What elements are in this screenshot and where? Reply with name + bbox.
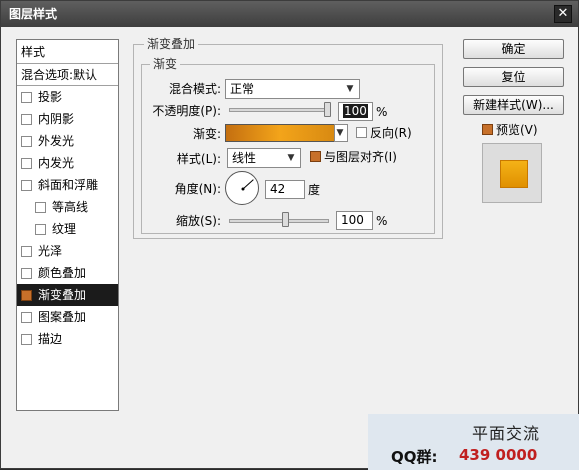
angle-value: 42: [270, 182, 286, 196]
style-item-checkbox[interactable]: [21, 267, 32, 279]
style-list-item[interactable]: 斜面和浮雕: [17, 174, 118, 196]
style-item-checkbox[interactable]: [21, 91, 32, 103]
style-item-checkbox[interactable]: [21, 179, 32, 191]
style-item-checkbox[interactable]: [21, 113, 32, 125]
angle-unit: 度: [308, 183, 321, 197]
style-item-label: 等高线: [52, 200, 89, 214]
style-list-item[interactable]: 光泽: [17, 240, 118, 262]
gradient-swatch[interactable]: [225, 124, 335, 142]
style-item-checkbox[interactable]: [35, 223, 46, 235]
scale-slider-track[interactable]: [229, 219, 329, 223]
style-item-label: 纹理: [52, 222, 77, 236]
style-item-label: 投影: [38, 90, 63, 104]
style-list-item[interactable]: 外发光: [17, 130, 118, 152]
scale-slider-thumb[interactable]: [282, 212, 289, 227]
style-item-label: 图案叠加: [38, 310, 87, 324]
style-item-checkbox[interactable]: [21, 245, 32, 257]
scale-value: 100: [341, 213, 364, 227]
watermark-title: 平面交流: [472, 424, 541, 443]
style-list-item[interactable]: 投影: [17, 86, 118, 108]
style-item-label: 渐变叠加: [38, 288, 87, 302]
chevron-down-icon: ▼: [346, 84, 354, 94]
style-item-checkbox[interactable]: [21, 135, 32, 147]
style-list-item[interactable]: 颜色叠加: [17, 262, 118, 284]
chevron-down-icon: ▼: [287, 153, 295, 163]
blend-mode-value: 正常: [230, 82, 255, 96]
style-list-item[interactable]: 描边: [17, 328, 118, 350]
style-list-item[interactable]: 图案叠加: [17, 306, 118, 328]
style-item-label: 描边: [38, 332, 63, 346]
gradient-subgroup-title: 渐变: [150, 57, 181, 71]
angle-dial-needle: [241, 179, 254, 191]
window-title: 图层样式: [9, 7, 58, 21]
scale-unit: %: [376, 214, 388, 228]
style-preview-thumbnail: [482, 143, 542, 203]
style-item-checkbox[interactable]: [21, 311, 32, 323]
scale-label: 缩放(S):: [175, 214, 221, 228]
blend-mode-select[interactable]: 正常 ▼: [225, 79, 360, 99]
style-item-label: 颜色叠加: [38, 266, 87, 280]
style-list-item[interactable]: 等高线: [17, 196, 118, 218]
angle-input[interactable]: 42: [265, 180, 305, 199]
style-value: 线性: [232, 151, 257, 165]
blend-options-item[interactable]: 混合选项:默认: [17, 64, 118, 86]
style-item-checkbox[interactable]: [21, 157, 32, 169]
style-item-label: 外发光: [38, 134, 75, 148]
opacity-input[interactable]: 100: [338, 102, 373, 121]
preview-label[interactable]: 预览(V): [496, 122, 538, 138]
style-list-item[interactable]: 内发光: [17, 152, 118, 174]
reverse-checkbox[interactable]: [356, 127, 367, 138]
style-item-checkbox[interactable]: [21, 333, 32, 345]
align-with-layer-label[interactable]: 与图层对齐(I): [324, 149, 397, 165]
watermark-qq-label: QQ群:: [391, 448, 438, 466]
watermark-banner: 平面交流 QQ群: 439 0000: [368, 414, 579, 470]
style-list-item[interactable]: 渐变叠加: [17, 284, 118, 306]
style-list-item[interactable]: 纹理: [17, 218, 118, 240]
opacity-label: 不透明度(P):: [152, 104, 221, 118]
opacity-slider-thumb[interactable]: [324, 102, 331, 117]
style-item-label: 内发光: [38, 156, 75, 170]
style-item-checkbox[interactable]: [35, 201, 46, 213]
reset-button[interactable]: 复位: [463, 67, 564, 87]
style-select[interactable]: 线性 ▼: [227, 148, 301, 168]
opacity-unit: %: [376, 105, 388, 119]
style-item-checkbox[interactable]: [21, 289, 32, 301]
close-icon[interactable]: ✕: [554, 5, 572, 23]
blend-mode-label: 混合模式:: [168, 82, 221, 96]
style-item-label: 光泽: [38, 244, 63, 258]
preview-checkbox[interactable]: [482, 124, 493, 135]
new-style-button[interactable]: 新建样式(W)...: [463, 95, 564, 115]
preview-swatch: [500, 160, 528, 188]
watermark-qq-number: 439 0000: [459, 446, 538, 464]
gradient-overlay-title: 渐变叠加: [144, 37, 199, 51]
style-label: 样式(L):: [176, 152, 221, 166]
gradient-picker-dropdown[interactable]: ▼: [334, 124, 348, 142]
angle-label: 角度(N):: [174, 182, 221, 196]
chevron-down-icon: ▼: [336, 128, 344, 138]
styles-list: 样式 混合选项:默认 投影内阴影外发光内发光斜面和浮雕等高线纹理光泽颜色叠加渐变…: [16, 39, 119, 411]
gradient-label: 渐变:: [192, 127, 221, 141]
layer-style-dialog: 图层样式 ✕ 样式 混合选项:默认 投影内阴影外发光内发光斜面和浮雕等高线纹理光…: [0, 0, 579, 470]
title-bar[interactable]: 图层样式 ✕: [1, 1, 578, 27]
angle-dial[interactable]: [225, 171, 259, 205]
align-with-layer-checkbox[interactable]: [310, 151, 321, 162]
reverse-label[interactable]: 反向(R): [370, 125, 412, 141]
style-item-label: 斜面和浮雕: [38, 178, 99, 192]
styles-list-header[interactable]: 样式: [17, 40, 118, 64]
opacity-value: 100: [343, 104, 368, 118]
scale-input[interactable]: 100: [336, 211, 373, 230]
ok-button[interactable]: 确定: [463, 39, 564, 59]
style-item-label: 内阴影: [38, 112, 75, 126]
opacity-slider-track[interactable]: [229, 108, 331, 112]
style-list-item[interactable]: 内阴影: [17, 108, 118, 130]
